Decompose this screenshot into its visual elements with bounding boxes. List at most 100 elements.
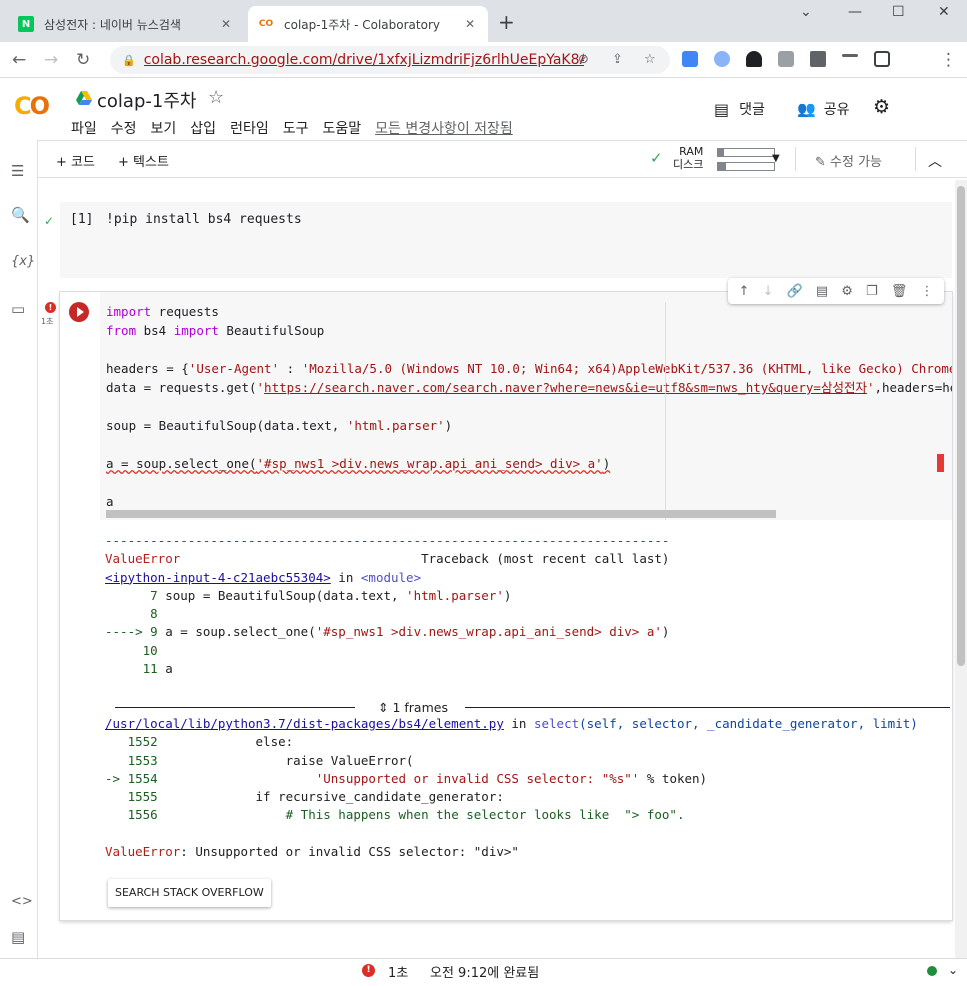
translate-extension-icon[interactable]: [682, 51, 698, 67]
tab-title: 삼성전자 : 네이버 뉴스검색: [44, 17, 181, 32]
file-source-link[interactable]: /usr/local/lib/python3.7/dist-packages/b…: [105, 716, 504, 731]
cell-code[interactable]: !pip install bs4 requests: [106, 212, 302, 227]
search-icon[interactable]: 🔍: [11, 206, 30, 224]
star-icon[interactable]: ☆: [208, 87, 224, 108]
cell-output: ----------------------------------------…: [105, 532, 950, 920]
divider: [465, 707, 950, 708]
chevron-down-icon[interactable]: ⌄: [800, 4, 812, 20]
code-editor[interactable]: import requests from bs4 import Beautifu…: [100, 292, 952, 520]
disk-label: 디스크: [673, 158, 704, 171]
naver-favicon-icon: N: [18, 16, 34, 32]
share-button[interactable]: 👥 공유: [797, 99, 849, 119]
move-up-icon[interactable]: ↑: [739, 284, 750, 299]
profile-extension-icon[interactable]: [778, 51, 794, 67]
run-cell-button[interactable]: [69, 302, 89, 322]
search-extension-icon[interactable]: [714, 51, 730, 67]
ram-bar: [717, 148, 775, 157]
cell-code[interactable]: import requests from bs4 import Beautifu…: [106, 302, 952, 511]
share-label: 공유: [823, 102, 850, 118]
menu-insert[interactable]: 삽입: [190, 118, 216, 138]
mirror-cell-icon[interactable]: ❐: [866, 284, 878, 299]
new-tab-icon[interactable]: +: [498, 10, 515, 34]
chevron-down-icon[interactable]: ⌄: [948, 963, 958, 977]
lock-icon: 🔒: [122, 53, 136, 67]
maximize-icon[interactable]: ☐: [892, 4, 905, 20]
completed-time: 오전 9:12에 완료됨: [430, 966, 540, 981]
function-args: (self, selector, _candidate_generator, l…: [579, 715, 918, 731]
notebook-title[interactable]: colap-1주차: [97, 87, 196, 113]
menu-file[interactable]: 파일: [71, 118, 97, 138]
kebab-menu-icon[interactable]: ⋮: [940, 50, 957, 70]
menu-tools[interactable]: 도구: [283, 118, 309, 138]
close-tab-icon[interactable]: ✕: [462, 17, 478, 31]
scroll-thumb[interactable]: [957, 186, 965, 666]
browser-tab-bar: N 삼성전자 : 네이버 뉴스검색 ✕ CO colap-1주차 - Colab…: [0, 0, 967, 42]
comment-button[interactable]: ▤ 댓글: [714, 99, 765, 119]
disk-bar: [717, 162, 775, 171]
in-word: in: [330, 569, 361, 585]
collapsed-frames[interactable]: ⇕ 1 frames: [115, 698, 950, 718]
close-tab-icon[interactable]: ✕: [218, 17, 234, 31]
cell-exec-time: 1초: [41, 317, 54, 326]
terminal-icon[interactable]: ▤: [11, 928, 25, 946]
download-extension-icon[interactable]: [746, 51, 762, 67]
comment-icon[interactable]: ▤: [816, 284, 828, 299]
minimize-icon[interactable]: —: [848, 4, 862, 20]
menu-edit[interactable]: 수정: [111, 118, 137, 138]
error-marker: [937, 454, 944, 472]
media-icon[interactable]: [842, 54, 858, 57]
edit-mode-button[interactable]: ✎ 수정 가능: [815, 151, 882, 170]
menu-runtime[interactable]: 런타임: [230, 118, 269, 138]
code-cell-2[interactable]: import requests from bs4 import Beautifu…: [60, 278, 952, 920]
colab-logo[interactable]: CO: [14, 92, 50, 120]
code-cell-1[interactable]: [1] !pip install bs4 requests: [60, 202, 952, 278]
address-bar-row: ← → ↻ 🔒 colab.research.google.com/drive/…: [0, 42, 967, 78]
toc-icon[interactable]: ☰: [11, 162, 24, 180]
frames-toggle[interactable]: ⇕ 1 frames: [378, 700, 448, 715]
menu-view[interactable]: 보기: [151, 118, 177, 138]
saved-status[interactable]: 모든 변경사항이 저장됨: [375, 118, 513, 138]
add-code-button[interactable]: + 코드: [56, 151, 95, 170]
delete-icon[interactable]: 🗑: [891, 284, 908, 299]
people-icon: 👥: [797, 100, 816, 118]
cell-toolbar: ↑ ↓ 🔗 ▤ ⚙ ❐ 🗑 ⋮: [728, 278, 944, 304]
resource-dropdown-icon[interactable]: ▼: [772, 153, 780, 164]
traceback-text: ----------------------------------------…: [105, 533, 918, 860]
forward-icon[interactable]: →: [44, 50, 58, 70]
address-input[interactable]: 🔒 colab.research.google.com/drive/1xfxjL…: [110, 46, 670, 74]
collapse-header-icon[interactable]: ︿: [928, 151, 942, 171]
link-icon[interactable]: 🔗: [787, 284, 803, 299]
sidepanel-icon[interactable]: [874, 51, 890, 67]
back-icon[interactable]: ←: [12, 50, 26, 70]
error-icon: !: [362, 964, 375, 977]
eye-off-icon[interactable]: ⊘: [578, 52, 589, 67]
settings-gear-icon[interactable]: ⚙: [873, 96, 890, 118]
bookmark-star-icon[interactable]: ☆: [644, 52, 656, 67]
edit-label: 수정 가능: [830, 155, 883, 170]
code-snippets-icon[interactable]: <>: [11, 894, 33, 909]
more-vert-icon[interactable]: ⋮: [920, 284, 933, 299]
tab-naver-news[interactable]: N 삼성전자 : 네이버 뉴스검색 ✕: [8, 6, 244, 42]
drive-icon[interactable]: [76, 91, 92, 105]
menu-help[interactable]: 도움말: [322, 118, 361, 138]
add-text-button[interactable]: + 텍스트: [118, 151, 169, 170]
resource-monitor[interactable]: RAM 디스크: [673, 145, 703, 171]
play-icon: [76, 307, 84, 317]
traceback-label: Traceback (most recent call last): [421, 551, 670, 567]
move-down-icon[interactable]: ↓: [763, 284, 774, 299]
share-icon[interactable]: ⇪: [612, 52, 623, 67]
puzzle-icon[interactable]: [810, 51, 826, 67]
vertical-scrollbar[interactable]: [955, 180, 967, 958]
input-source-link[interactable]: <ipython-input-4-c21aebc55304>: [105, 570, 331, 585]
colab-favicon-icon: CO: [258, 19, 274, 29]
tab-colab[interactable]: CO colap-1주차 - Colaboratory ✕: [248, 6, 488, 42]
variables-icon[interactable]: {x}: [11, 254, 35, 269]
search-stack-overflow-button[interactable]: SEARCH STACK OVERFLOW: [108, 879, 271, 907]
url-text: colab.research.google.com/drive/1xfxjLiz…: [143, 52, 584, 68]
reload-icon[interactable]: ↻: [76, 50, 90, 70]
horizontal-scrollbar[interactable]: [106, 510, 776, 518]
module-name: <module>: [360, 569, 422, 585]
gear-icon[interactable]: ⚙: [841, 284, 853, 299]
close-window-icon[interactable]: ✕: [938, 4, 950, 20]
folder-icon[interactable]: ▭: [11, 300, 25, 318]
